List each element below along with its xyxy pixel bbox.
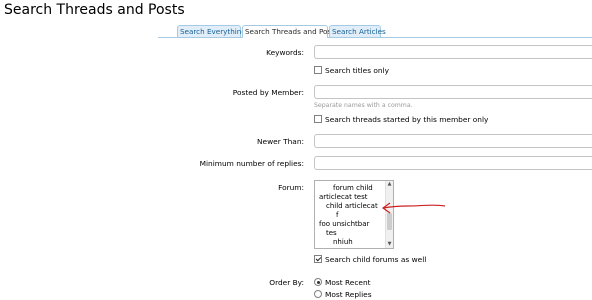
search-child-forums-checkbox[interactable] — [314, 255, 322, 263]
order-most-replies-radio[interactable] — [314, 290, 322, 298]
order-by-label: Order By: — [269, 278, 304, 287]
order-most-recent-label: Most Recent — [325, 278, 371, 287]
order-most-recent-radio[interactable] — [314, 278, 322, 286]
order-most-replies-label: Most Replies — [325, 290, 372, 299]
annotation-arrow-icon — [381, 202, 446, 214]
search-child-forums-label: Search child forums as well — [325, 255, 427, 264]
